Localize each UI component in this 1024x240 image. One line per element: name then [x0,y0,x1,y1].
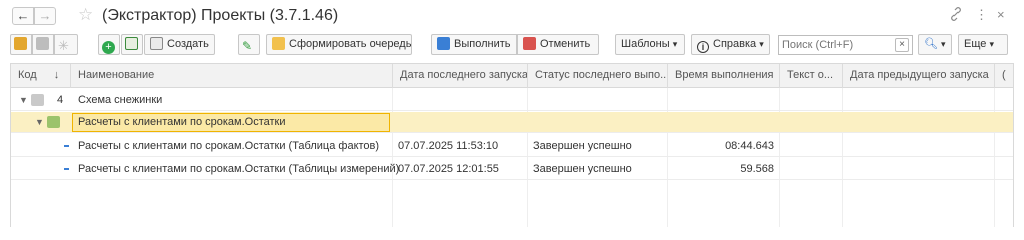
table-row[interactable]: ▼ 4 Схема снежинки [11,90,1013,111]
back-button[interactable]: ← [12,7,34,25]
title-bar: ← → ☆ (Экстрактор) Проекты (3.7.1.46) ⋮ … [0,0,1024,30]
info-icon: i [697,41,709,53]
cancel-icon [523,37,536,50]
expand-arrow-icon[interactable]: ▼ [19,90,28,111]
clear-search-button[interactable]: × [895,38,909,52]
templates-dropdown[interactable]: Шаблоны ▾ [615,34,685,55]
table-row[interactable]: Расчеты с клиентами по срокам.Остатки (Т… [11,159,1013,180]
pencil-icon: ✎ [242,39,253,53]
column-code[interactable]: Код ↓ [11,64,71,88]
create-button[interactable]: Создать [144,34,215,55]
tree-mode-button[interactable]: ✳ [54,34,78,55]
chevron-down-icon: ▾ [759,39,764,49]
toolbar: ✳ + Создать ✎ Сформировать очередь Выпол… [0,34,1024,56]
more-menu-button[interactable]: Еще ▾ [958,34,1008,55]
window-title: (Экстрактор) Проекты (3.7.1.46) [102,7,339,24]
execute-button-label: Выполнить [454,38,511,50]
list-mode-button[interactable] [32,34,54,55]
search-options-button[interactable]: 🔍︎ ▾ [918,34,952,55]
row-name: Расчеты с клиентами по срокам.Остатки (Т… [78,140,380,152]
execute-icon [437,37,450,50]
row-last-run-date: 07.07.2025 12:01:55 [398,163,499,175]
help-dropdown[interactable]: i Справка ▾ [691,34,770,55]
execute-button[interactable]: Выполнить [431,34,517,55]
search-input[interactable] [779,36,889,54]
help-label: Справка [713,38,757,50]
table-header: Код ↓ Наименование Дата последнего запус… [11,64,1013,88]
cancel-execution-button[interactable]: Отменить [517,34,599,55]
column-last-run-date[interactable]: Дата последнего запуска [393,64,528,88]
copy-button[interactable] [121,34,143,55]
search-box: × [778,35,913,55]
queue-icon [272,37,285,50]
column-duration[interactable]: Время выполнения [668,64,780,88]
list-item-marker-icon [64,168,69,170]
asterisk-icon: ✳ [58,38,69,53]
column-text[interactable]: Текст о... [780,64,843,88]
forward-button[interactable]: → [34,7,56,25]
row-status: Завершен успешно [533,140,632,152]
expand-arrow-icon[interactable]: ▼ [35,112,44,133]
add-green-icon: + [102,41,115,54]
form-queue-button[interactable]: Сформировать очередь [266,34,412,55]
subgroup-icon [47,116,60,128]
hierarchy-icon [14,37,27,50]
favorite-star-icon[interactable]: ☆ [78,5,93,25]
create-button-label: Создать [167,38,209,50]
table-row[interactable]: Расчеты с клиентами по срокам.Остатки (Т… [11,136,1013,157]
add-button[interactable]: + [98,34,120,55]
sort-arrow-icon: ↓ [53,69,60,81]
column-code-label: Код [18,69,37,81]
row-last-run-date: 07.07.2025 11:53:10 [398,140,499,152]
templates-label: Шаблоны [621,38,670,50]
copy-document-icon [125,37,138,50]
chevron-down-icon: ▾ [989,39,994,49]
row-duration: 08:44.643 [725,140,774,152]
column-last-status[interactable]: Статус последнего выпо... [528,64,668,88]
table-row-selected[interactable]: ▼ Расчеты с клиентами по срокам.Остатки [11,112,1013,133]
column-extra[interactable]: ( [995,64,1013,88]
row-name: Схема снежинки [78,94,163,106]
more-actions-icon[interactable]: ⋮ [975,7,988,23]
magnifier-icon: 🔍︎ [924,38,938,50]
create-document-icon [150,37,163,50]
close-icon[interactable]: × [997,7,1005,22]
hierarchy-button[interactable] [10,34,32,55]
column-name[interactable]: Наименование [71,64,393,88]
chevron-down-icon: ▾ [941,39,946,49]
list-item-marker-icon [64,145,69,147]
projects-table: Код ↓ Наименование Дата последнего запус… [10,63,1014,227]
column-prev-run-date[interactable]: Дата предыдущего запуска [843,64,995,88]
cancel-button-label: Отменить [540,38,591,50]
row-code: 4 [57,94,64,106]
edit-button[interactable]: ✎ [238,34,260,55]
row-duration: 59.568 [740,163,774,175]
row-status: Завершен успешно [533,163,632,175]
row-name: Расчеты с клиентами по срокам.Остатки (Т… [78,163,400,175]
group-folder-icon [31,94,44,106]
more-label: Еще [964,38,987,50]
chevron-down-icon: ▾ [672,39,678,49]
form-queue-button-label: Сформировать очередь [289,38,412,50]
link-icon[interactable] [949,7,963,24]
row-name: Расчеты с клиентами по срокам.Остатки [78,116,286,128]
list-tree-icon [36,37,49,50]
